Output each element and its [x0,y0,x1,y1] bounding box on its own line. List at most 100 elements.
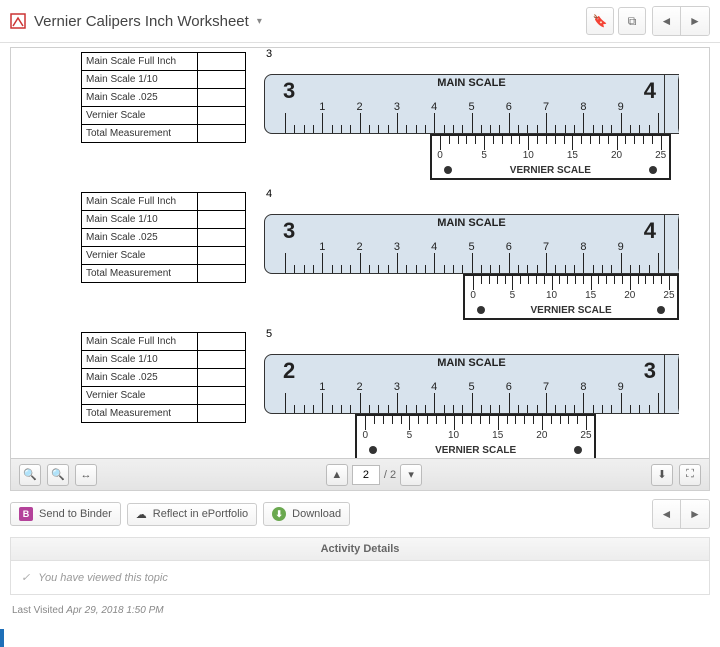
vernier-screw-icon [444,166,452,174]
send-to-binder-button[interactable]: B Send to Binder [10,502,121,526]
vernier-tick-label: 20 [611,150,622,161]
page-menu-button[interactable]: ▾ [400,464,422,486]
download-icon: ⬇ [657,468,666,481]
next-topic-button[interactable]: ► [681,7,709,35]
zoom-in-button[interactable]: 🔍 [47,464,69,486]
zoom-in-icon: 🔍 [51,468,65,481]
main-scale-tick-label: 6 [506,101,512,113]
main-scale-tick-label: 4 [431,241,437,253]
table-row-label: Vernier Scale [82,107,198,125]
binder-label: Send to Binder [39,508,112,520]
main-scale-tick-label: 5 [468,381,474,393]
main-scale-tick-label: 8 [580,381,586,393]
download-pdf-button[interactable]: ⬇ [651,464,673,486]
page-total-label: / 2 [384,469,396,481]
vernier-tick-label: 15 [585,290,596,301]
page-up-button[interactable]: ▲ [326,464,348,486]
actions-row: B Send to Binder ☁ Reflect in ePortfolio… [0,491,720,537]
table-row-value [198,211,246,229]
pdf-icon [10,13,26,29]
table-row-label: Main Scale Full Inch [82,193,198,211]
chevron-down-icon: ▾ [408,468,414,481]
zoom-out-button[interactable]: 🔍 [19,464,41,486]
measurement-table: Main Scale Full InchMain Scale 1/10Main … [81,52,246,143]
caliper-figure: MAIN SCALE34123456789VERNIER SCALE051015… [264,202,679,322]
table-row-value [198,369,246,387]
measurement-table: Main Scale Full InchMain Scale 1/10Main … [81,332,246,423]
table-row-label: Main Scale Full Inch [82,53,198,71]
vernier-tick-label: 5 [481,150,487,161]
activity-details-header: Activity Details [11,538,709,561]
main-scale-tick-label: 5 [468,101,474,113]
main-scale-tick-label: 9 [618,241,624,253]
table-row-value [198,351,246,369]
table-row-value [198,405,246,423]
activity-details-panel: Activity Details ✓ You have viewed this … [10,537,710,595]
measurement-table: Main Scale Full InchMain Scale 1/10Main … [81,192,246,283]
worksheet-problem: Main Scale Full InchMain Scale 1/10Main … [81,328,679,458]
vernier-scale-title: VERNIER SCALE [432,165,669,176]
main-scale-tick-label: 1 [319,381,325,393]
table-row-label: Vernier Scale [82,247,198,265]
vernier-tick-label: 10 [546,290,557,301]
prev-topic-button[interactable]: ◄ [653,7,681,35]
download-label: Download [292,508,341,520]
bottom-prev-button[interactable]: ◄ [653,500,681,528]
viewed-topic-text: You have viewed this topic [38,572,168,584]
zoom-out-icon: 🔍 [23,468,37,481]
table-row-label: Main Scale .025 [82,89,198,107]
main-scale-tick-label: 7 [543,241,549,253]
caliper-figure: MAIN SCALE34123456789VERNIER SCALE051015… [264,62,679,182]
title-dropdown-icon[interactable]: ▾ [257,16,262,27]
worksheet-problem: Main Scale Full InchMain Scale 1/10Main … [81,188,679,322]
table-row-label: Main Scale 1/10 [82,351,198,369]
main-scale-tick-label: 6 [506,381,512,393]
vernier-tick-label: 15 [492,430,503,441]
fit-width-button[interactable]: ↔ [75,464,97,486]
table-row-value [198,107,246,125]
chevron-left-icon: ◄ [661,507,673,521]
table-row-label: Main Scale Full Inch [82,333,198,351]
download-button[interactable]: ⬇ Download [263,502,350,526]
blue-accent-stripe [0,629,4,647]
bottom-next-button[interactable]: ► [681,500,709,528]
vernier-tick-label: 20 [624,290,635,301]
reflect-eportfolio-button[interactable]: ☁ Reflect in ePortfolio [127,503,257,526]
main-scale-tick-label: 2 [357,381,363,393]
vernier-tick-label: 5 [407,430,413,441]
page-up-icon: ▲ [331,469,342,481]
table-row-value [198,89,246,107]
problem-number: 4 [266,188,679,200]
bottom-topic-nav-group: ◄ ► [652,499,710,529]
main-scale-tick-label: 4 [431,101,437,113]
table-row-value [198,387,246,405]
vernier-tick-label: 20 [536,430,547,441]
download-arrow-icon: ⬇ [275,509,283,520]
problem-number: 3 [266,48,679,60]
table-row-value [198,229,246,247]
viewer-toolbar: 🔍 🔍 ↔ ▲ / 2 ▾ ⬇ ⛶ [11,458,709,490]
page-controls: ▲ / 2 ▾ [326,464,422,486]
main-scale-title: MAIN SCALE [265,217,678,229]
document-viewer: ◂ Main Scale Full InchMain Scale 1/10Mai… [10,47,710,491]
document-page[interactable]: Main Scale Full InchMain Scale 1/10Main … [11,48,709,458]
popout-button[interactable]: ⧉ [618,7,646,35]
doc-title: Vernier Calipers Inch Worksheet [34,13,249,30]
main-scale-tick-label: 4 [431,381,437,393]
fullscreen-button[interactable]: ⛶ [679,464,701,486]
bookmark-icon: 🔖 [593,14,608,28]
main-scale-tick-label: 6 [506,241,512,253]
bookmark-button[interactable]: 🔖 [586,7,614,35]
table-row-label: Main Scale 1/10 [82,211,198,229]
page-number-input[interactable] [352,465,380,485]
main-scale-tick-label: 1 [319,101,325,113]
vernier-screw-icon [657,306,665,314]
table-row-value [198,333,246,351]
main-scale-tick-label: 1 [319,241,325,253]
main-scale-tick-label: 8 [580,241,586,253]
cloud-icon: ☁ [136,508,147,521]
titlebar: Vernier Calipers Inch Worksheet ▾ 🔖 ⧉ ◄ … [0,0,720,43]
main-scale-tick-label: 2 [357,101,363,113]
vernier-tick-label: 10 [448,430,459,441]
vernier-tick-label: 0 [470,290,476,301]
